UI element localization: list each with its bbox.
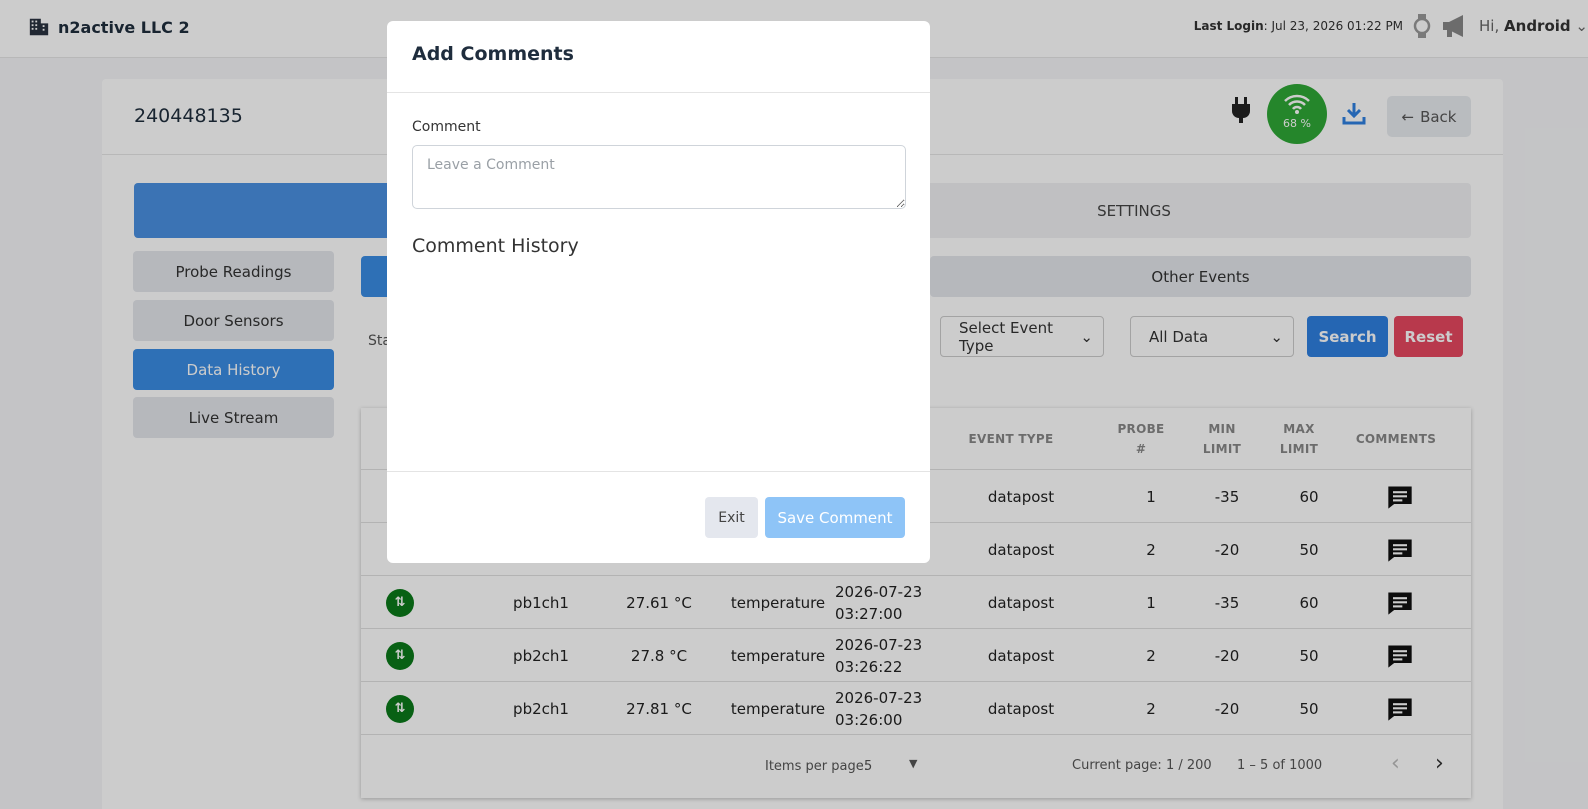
save-comment-button[interactable]: Save Comment (765, 497, 905, 538)
comment-label: Comment (412, 119, 481, 135)
exit-button[interactable]: Exit (705, 497, 758, 538)
divider (387, 92, 930, 93)
comment-history-title: Comment History (412, 235, 579, 257)
add-comments-modal: Add Comments Comment Comment History Exi… (387, 21, 930, 563)
divider (387, 471, 930, 472)
modal-title: Add Comments (412, 43, 574, 65)
comment-input[interactable] (412, 145, 906, 209)
